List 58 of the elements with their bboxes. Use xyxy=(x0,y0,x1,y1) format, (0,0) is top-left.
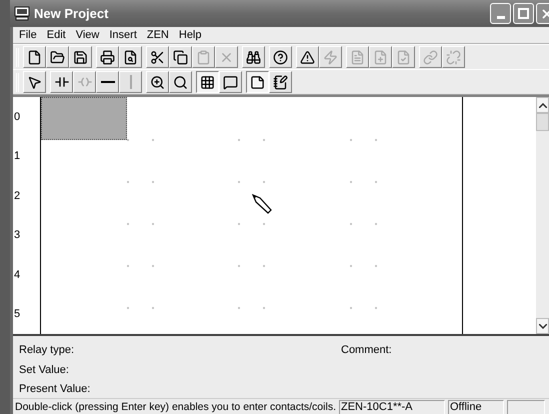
mode-status: Offline xyxy=(448,400,504,414)
row-number: 1 xyxy=(13,149,20,164)
row-number: 5 xyxy=(13,307,20,322)
app-icon xyxy=(14,6,30,21)
unlink-icon xyxy=(446,50,461,64)
row-number: 2 xyxy=(13,188,20,204)
printer-icon xyxy=(100,50,115,64)
print-preview-icon xyxy=(123,50,138,64)
status-pane xyxy=(507,400,545,414)
scroll-thumb[interactable] xyxy=(536,113,549,131)
menu-item[interactable]: File xyxy=(14,26,42,44)
pointer-icon xyxy=(27,74,42,90)
vertical-line-icon xyxy=(130,75,132,89)
comment-icon xyxy=(223,74,238,90)
document-check-icon xyxy=(396,50,411,64)
scroll-down-button[interactable] xyxy=(536,318,549,334)
menu-item[interactable]: ZEN xyxy=(142,26,174,44)
maximize-button[interactable] xyxy=(513,3,534,24)
scissors-icon xyxy=(150,50,165,64)
warning-icon xyxy=(300,50,315,64)
note-icon xyxy=(250,74,265,90)
row-number: 0 xyxy=(13,110,20,124)
help-icon xyxy=(273,50,288,64)
comment-label: Comment: xyxy=(341,343,392,358)
set-value-label: Set Value: xyxy=(19,362,70,378)
present-value-label: Present Value: xyxy=(19,382,92,397)
menu-item[interactable]: Help xyxy=(174,26,206,44)
menu-item[interactable]: Insert xyxy=(104,26,142,44)
document-plus-icon xyxy=(373,50,388,64)
new-file-icon xyxy=(27,50,42,64)
row-number: 4 xyxy=(13,268,20,282)
link-icon xyxy=(423,50,438,64)
save-icon xyxy=(73,50,88,64)
menu-item[interactable]: View xyxy=(70,26,104,44)
toolbar-button[interactable] xyxy=(246,71,269,93)
folder-icon xyxy=(50,50,65,64)
pencil-icon xyxy=(252,194,272,214)
zoom-in-icon xyxy=(150,74,165,90)
scroll-up-button[interactable] xyxy=(536,97,549,113)
note-edit-icon xyxy=(273,74,288,90)
binoculars-icon xyxy=(246,50,261,64)
horizontal-line-icon xyxy=(100,81,114,83)
copy-icon xyxy=(173,50,188,64)
zoom-icon xyxy=(173,74,188,90)
status-message: Double-click (pressing Enter key) enables you to enter contacts/coils. xyxy=(15,400,336,414)
minimize-button[interactable] xyxy=(490,3,511,24)
relay-type-label: Relay type: xyxy=(19,343,76,358)
model-status: ZEN-10C1**-A xyxy=(339,400,445,414)
lightning-icon xyxy=(323,50,338,64)
row-number: 3 xyxy=(13,228,20,243)
document-icon xyxy=(350,50,365,64)
clipboard-icon xyxy=(196,50,211,64)
grid-icon xyxy=(200,74,215,90)
toolbar-button[interactable] xyxy=(196,71,219,93)
maximize-icon xyxy=(518,8,529,19)
window-title: New Project xyxy=(34,4,110,23)
menu-item[interactable]: Edit xyxy=(42,26,71,44)
minimize-icon xyxy=(496,16,504,19)
